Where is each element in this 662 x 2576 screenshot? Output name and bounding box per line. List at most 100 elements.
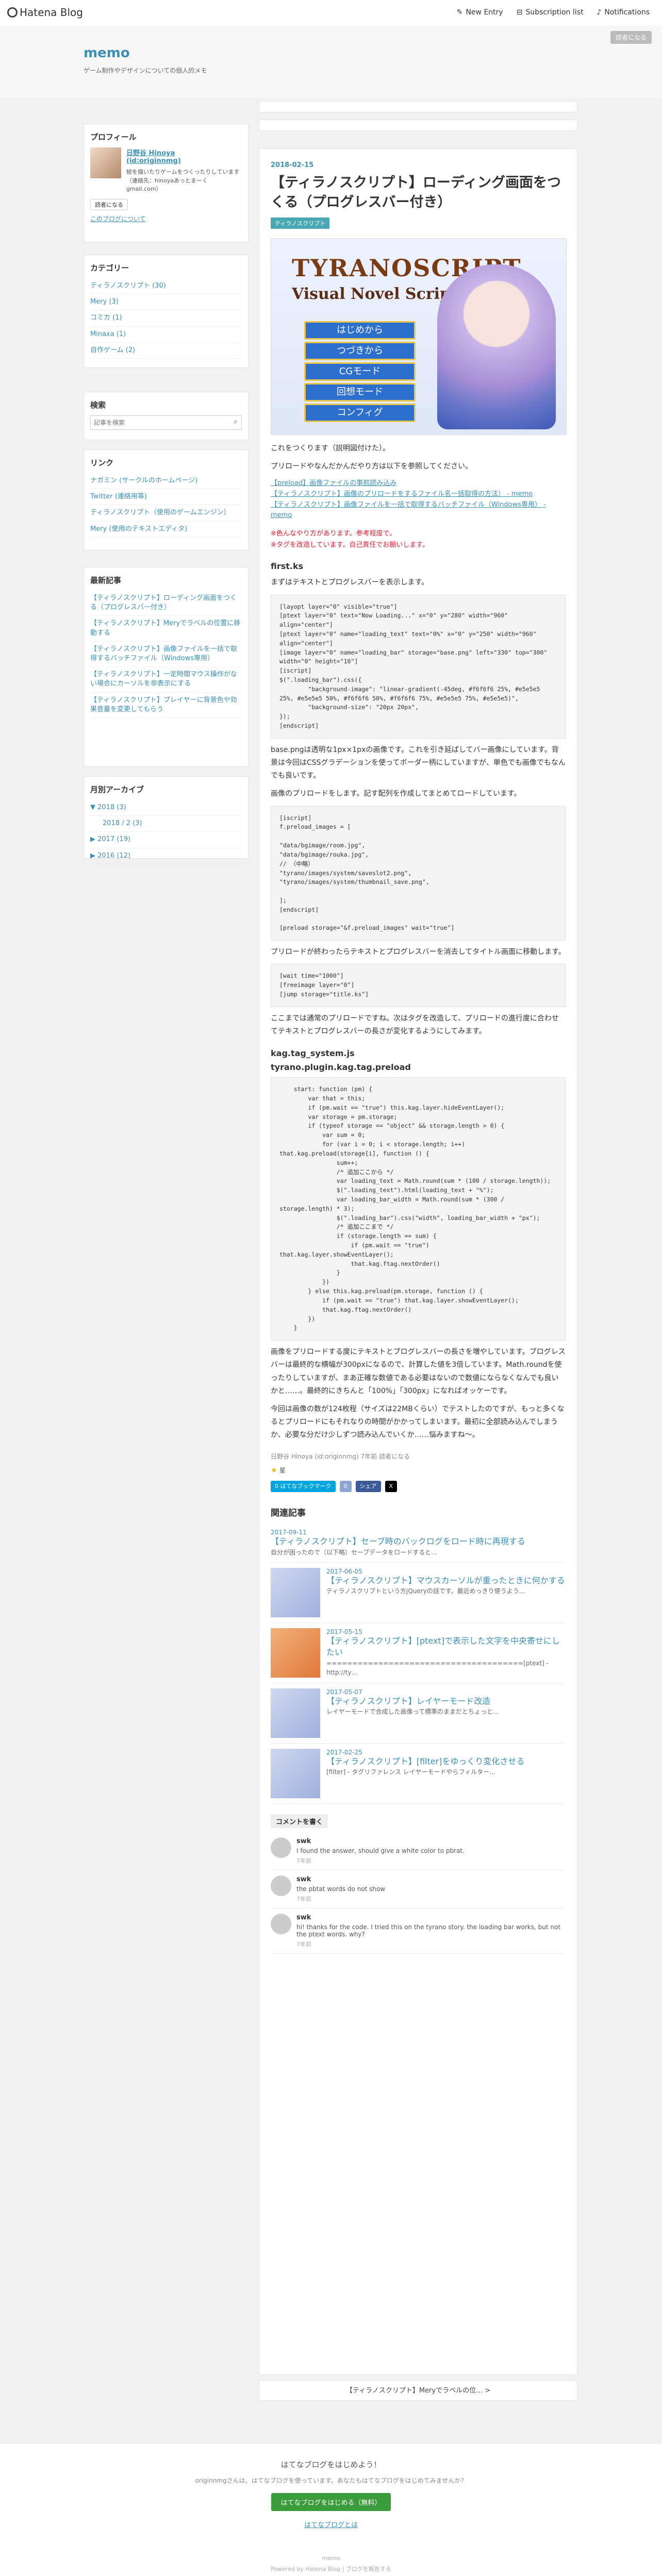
reference-link[interactable]: 【ティラノスクリプト】画像ファイルを一括で取得するバッチファイル（Windows…	[271, 500, 566, 522]
subscription-label: Subscription list	[525, 8, 584, 16]
footer-blog-name[interactable]: memo	[0, 2555, 662, 2562]
hero-menu-button: 回想モード	[304, 382, 416, 402]
blog-description: ゲーム制作やデザインについての個人的メモ	[84, 67, 207, 74]
profile-id[interactable]: (id:originnmg)	[126, 157, 242, 165]
link-item[interactable]: ナガミン (サークルのホームページ)	[90, 473, 242, 490]
commenter-name[interactable]: swk	[296, 1914, 566, 1921]
recent-entry[interactable]: 【ティラノスクリプト】ローディング画面をつくる（プログレスバー付き）	[90, 591, 242, 616]
reference-link[interactable]: 【ティラノスクリプト】画像のプリロードをするファイル名一括取得の方法） - me…	[271, 489, 566, 500]
commenter-avatar[interactable]	[271, 1837, 291, 1858]
warning-text: ※タグを改造しています。自己責任でお願いします。	[271, 541, 429, 549]
related-entry[interactable]: 2017-06-05 【ティラノスクリプト】マウスカーソルが重ったときに何かする…	[271, 1563, 566, 1623]
links-heading: リンク	[90, 458, 114, 467]
hero-menu-button: はじめから	[304, 321, 416, 340]
related-entry[interactable]: 2017-09-11 【ティラノスクリプト】セーブ時のバックログをロード時に再現…	[271, 1524, 566, 1563]
footer-question: はてなブログをはじめよう！	[280, 2460, 382, 2469]
brand-label: Hatena Blog	[20, 6, 83, 19]
article-title[interactable]: 【ティラノスクリプト】ローディング画面をつくる（プログレスバー付き）	[271, 173, 566, 212]
hatebu-share-button[interactable]: 0 はてなブックマーク	[271, 1481, 336, 1493]
category-item[interactable]: コミカ (1)	[90, 310, 242, 327]
category-item[interactable]: ティラノスクリプト (30)	[90, 278, 242, 295]
section-subheading-tag: tyrano.plugin.kag.tag.preload	[271, 1062, 411, 1073]
pencil-icon: ✎	[456, 8, 463, 16]
related-desc: [filter] - タグリファレンス レイヤーモードやらフィルター…	[326, 1768, 496, 1776]
commenter-name[interactable]: swk	[296, 1876, 385, 1883]
new-entry-link[interactable]: ✎ New Entry	[457, 8, 503, 16]
archive-item[interactable]: ▶ 2017 (19)	[90, 832, 242, 848]
hatena-logo[interactable]: Hatena Blog	[7, 6, 83, 19]
article-date[interactable]: 2018-02-15	[271, 161, 566, 169]
comment-time[interactable]: 7年前	[296, 1895, 385, 1903]
search-icon[interactable]: ⌕	[234, 417, 238, 426]
archive-item[interactable]: 2018 / 2 (3)	[90, 816, 242, 832]
about-blog-link[interactable]: このブログについて	[90, 214, 242, 223]
subscription-link[interactable]: ⊟ Subscription list	[517, 8, 584, 16]
archive-item[interactable]: ▶ 2016 (12)	[90, 848, 242, 864]
related-title[interactable]: 【ティラノスクリプト】[filter]をゆっくり変化させる	[326, 1756, 566, 1767]
comment-time[interactable]: 7年前	[296, 1856, 465, 1865]
hatena-logo-icon	[7, 7, 18, 18]
related-entry[interactable]: 2017-05-07 【ティラノスクリプト】レイヤーモード改造 レイヤーモードで…	[271, 1683, 566, 1744]
x-share-button[interactable]: X	[385, 1481, 398, 1493]
category-item[interactable]: Mery (3)	[90, 294, 242, 311]
profile-name[interactable]: 日野谷 Hinoya	[126, 147, 242, 157]
subscription-icon: ⊟	[516, 8, 523, 16]
recent-entry[interactable]: 【ティラノスクリプト】プレイヤーに背景色や効果音量を変更してもらう	[90, 693, 242, 718]
subscribe-button[interactable]: 読者になる	[610, 31, 652, 44]
related-title[interactable]: 【ティラノスクリプト】レイヤーモード改造	[326, 1696, 566, 1707]
star-icon[interactable]: ★	[271, 1466, 277, 1475]
category-item[interactable]: 自作ゲーム (2)	[90, 343, 242, 359]
related-desc: レイヤーモードで合成した画像って標準のままだとちょっと…	[326, 1708, 500, 1716]
start-blog-button[interactable]: はてなブログをはじめる（無料）	[271, 2493, 391, 2511]
reference-link[interactable]: 【preload】画像ファイルの事前読み込み	[271, 478, 566, 489]
body-text: ここまでは通常のプリロードですね。次はタグを改造して、プリロードの進行度に合わせ…	[271, 1014, 559, 1036]
next-entry-link[interactable]: 【ティラノスクリプト】Meryでラベルの位… >	[259, 2380, 577, 2401]
archive-item[interactable]: ▼ 2018 (3)	[90, 800, 242, 816]
warning-text: ※色んなやり方があります。参考程度で。	[271, 530, 396, 538]
search-input[interactable]	[90, 415, 242, 430]
related-date: 2017-06-05	[326, 1567, 362, 1575]
code-block: [iscript] f.preload_images = [ "data/bgi…	[271, 806, 566, 941]
write-comment-button[interactable]: コメントを書く	[271, 1814, 328, 1828]
profile-subscribe-button[interactable]: 読者になる	[90, 198, 128, 210]
related-title[interactable]: 【ティラノスクリプト】[ptext]で表示した文字を中央寄せにしたい	[326, 1635, 566, 1659]
related-thumbnail[interactable]	[271, 1628, 320, 1678]
body-text: 画像のプリロードをします。記す配列を作成してまとめてロードしています。	[271, 790, 521, 798]
commenter-name[interactable]: swk	[296, 1837, 465, 1845]
category-item[interactable]: Minaxa (1)	[90, 327, 242, 343]
new-entry-label: New Entry	[466, 8, 503, 16]
facebook-share-button[interactable]: シェア	[355, 1481, 381, 1493]
commenter-avatar[interactable]	[271, 1875, 291, 1896]
commenter-avatar[interactable]	[271, 1913, 291, 1934]
bell-icon: ♪	[597, 8, 602, 16]
related-heading: 関連記事	[271, 1508, 306, 1519]
related-title[interactable]: 【ティラノスクリプト】セーブ時のバックログをロード時に再現する	[271, 1536, 566, 1547]
body-text: まずはテキストとプログレスバーを表示します。	[271, 578, 429, 587]
powered-by[interactable]: Powered by Hatena Blog | ブログを報告する	[0, 2565, 662, 2573]
blog-title[interactable]: memo	[84, 45, 130, 61]
related-entry[interactable]: 2017-02-25 【ティラノスクリプト】[filter]をゆっくり変化させる…	[271, 1744, 566, 1804]
related-desc: ======================================[p…	[326, 1659, 549, 1676]
related-entry[interactable]: 2017-05-15 【ティラノスクリプト】[ptext]で表示した文字を中央寄…	[271, 1623, 566, 1683]
link-item[interactable]: Twitter (連絡用等)	[90, 489, 242, 506]
avatar[interactable]	[90, 147, 121, 178]
related-thumbnail[interactable]	[271, 1748, 320, 1798]
comment-time[interactable]: 7年前	[296, 1940, 566, 1948]
related-date: 2017-09-11	[271, 1529, 307, 1536]
category-tag[interactable]: ティラノスクリプト	[271, 217, 330, 229]
related-thumbnail[interactable]	[271, 1688, 320, 1738]
notifications-link[interactable]: ♪ Notifications	[597, 8, 650, 16]
related-date: 2017-02-25	[326, 1748, 362, 1756]
about-hatena-link[interactable]: はてなブログとは	[0, 2519, 662, 2529]
recent-heading: 最新記事	[90, 576, 122, 585]
recent-entry[interactable]: 【ティラノスクリプト】一定時間マウス操作がない場合にカーソルを非表示にする	[90, 667, 242, 693]
recent-entry[interactable]: 【ティラノスクリプト】画像ファイルを一括で取得するバッチファイル（Windows…	[90, 642, 242, 667]
body-text: 今回は画像の数が124枚程（サイズは22MBくらい）でテストしたのですが、もっと…	[271, 1404, 565, 1440]
related-title[interactable]: 【ティラノスクリプト】マウスカーソルが重ったときに何かする	[326, 1575, 566, 1586]
related-thumbnail[interactable]	[271, 1567, 320, 1617]
link-item[interactable]: Mery (使用のテキストエディタ)	[90, 522, 242, 538]
recent-entry[interactable]: 【ティラノスクリプト】Meryでラベルの位置に移動する	[90, 616, 242, 642]
link-item[interactable]: ティラノスクリプト（使用のゲームエンジン）	[90, 505, 242, 522]
hero-menu-button: コンフィグ	[304, 403, 416, 422]
related-desc: 自分が困ったので（以下略）セーブデータをロードすると…	[271, 1548, 438, 1556]
